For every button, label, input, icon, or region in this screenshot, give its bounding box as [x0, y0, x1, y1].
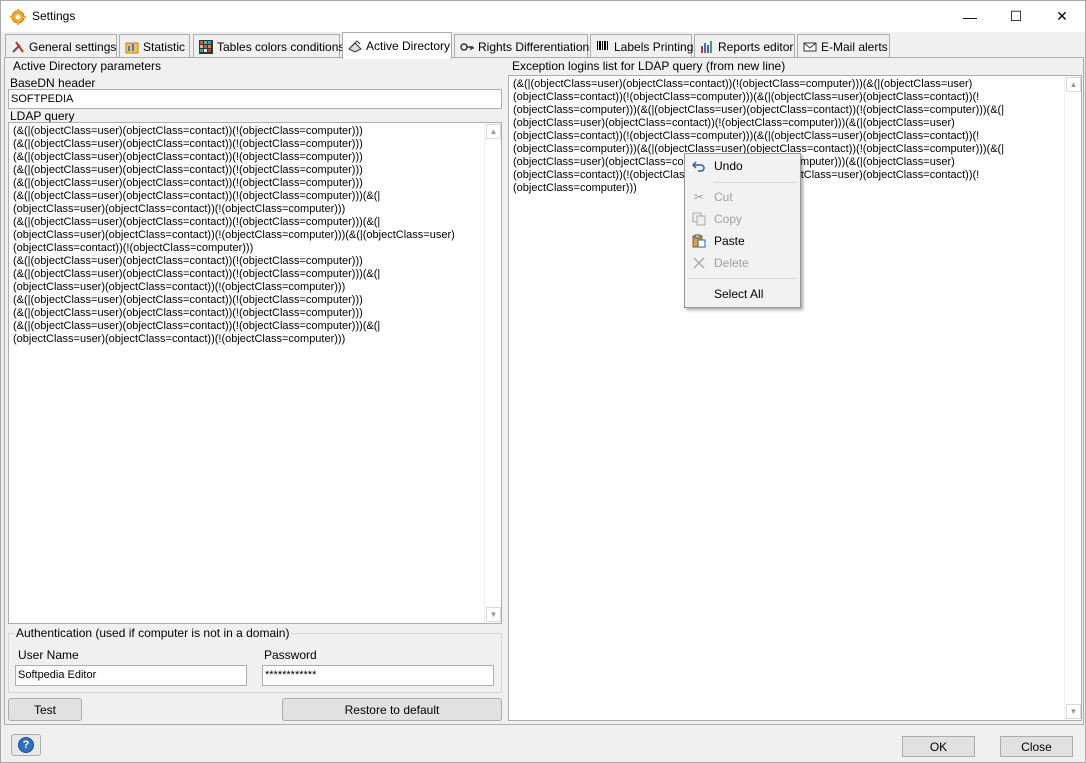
text-line: (&(|(objectClass=user)(objectClass=conta… [13, 151, 363, 163]
text-line: (&(|(objectClass=user)(objectClass=conta… [13, 320, 381, 332]
exceptions-label: Exception logins list for LDAP query (fr… [512, 59, 786, 73]
scissors-icon: ✂ [693, 190, 705, 204]
tab-label: Rights Differentiation [478, 39, 590, 54]
text-line: (&(|(objectClass=user)(objectClass=conta… [13, 307, 363, 319]
tab-label: Tables colors conditions [217, 39, 345, 54]
tab-active-directory[interactable]: Active Directory [342, 32, 452, 59]
restore-default-button[interactable]: Restore to default [282, 698, 502, 721]
settings-gear-icon [10, 9, 26, 25]
ldap-query-textarea[interactable]: (&(|(objectClass=user)(objectClass=conta… [8, 122, 502, 624]
ldap-query-label: LDAP query [10, 109, 75, 123]
settings-window: Settings — ☐ ✕ General settings Statisti… [0, 0, 1086, 763]
menu-item-undo[interactable]: Undo [687, 155, 798, 177]
text-line: (objectClass=contact))(!(objectClass=com… [513, 130, 980, 142]
text-line: (objectClass=user)(objectClass=contact))… [13, 281, 346, 293]
email-icon [803, 42, 817, 51]
basedn-input[interactable]: SOFTPEDIA [8, 89, 502, 109]
text-line: (objectClass=contact))(!(objectClass=com… [513, 91, 980, 103]
password-label: Password [264, 648, 317, 662]
text-line: (&(|(objectClass=user)(objectClass=conta… [13, 255, 363, 267]
text-line: (objectClass=contact))(!(objectClass=com… [13, 242, 254, 254]
text-line: (objectClass=user)(objectClass=contact))… [513, 117, 955, 129]
paste-icon [691, 233, 707, 249]
username-label: User Name [18, 648, 79, 662]
copy-icon [691, 211, 707, 227]
window-title: Settings [32, 9, 76, 23]
ok-button[interactable]: OK [902, 736, 975, 757]
scroll-down-arrow-icon[interactable]: ▼ [486, 607, 501, 622]
close-window-button[interactable]: ✕ [1039, 1, 1085, 32]
tab-labels-printing[interactable]: Labels Printing [590, 34, 694, 58]
text-line: (&(|(objectClass=user)(objectClass=conta… [13, 216, 381, 228]
help-icon: ? [18, 737, 34, 753]
menu-item-label: Delete [714, 256, 749, 270]
tab-label: E-Mail alerts [821, 39, 888, 54]
tab-label: Reports editor [718, 39, 794, 54]
help-button[interactable]: ? [11, 734, 41, 756]
menu-item-select-all[interactable]: Select All [687, 283, 798, 305]
delete-x-icon [691, 255, 707, 271]
context-menu: Undo ✂ Cut Copy Paste Delete Select All [684, 153, 801, 308]
directory-icon [348, 40, 362, 53]
tab-email-alerts[interactable]: E-Mail alerts [797, 34, 890, 58]
ldap-scrollbar[interactable]: ▲ ▼ [484, 123, 501, 623]
menu-separator [713, 182, 797, 183]
text-line: (&(|(objectClass=user)(objectClass=conta… [13, 294, 363, 306]
tab-label: Statistic [143, 39, 186, 54]
tab-rights-differentiation[interactable]: Rights Differentiation [454, 34, 590, 58]
menu-item-cut[interactable]: ✂ Cut [687, 186, 798, 208]
basedn-label: BaseDN header [10, 76, 96, 90]
scroll-down-arrow-icon[interactable]: ▼ [1066, 704, 1081, 719]
menu-item-delete[interactable]: Delete [687, 252, 798, 274]
menu-item-label: Cut [714, 190, 733, 204]
text-line: (&(|(objectClass=user)(objectClass=conta… [13, 138, 363, 150]
ad-parameters-caption: Active Directory parameters [13, 59, 162, 73]
tab-general-settings[interactable]: General settings [5, 34, 117, 58]
title-bar: Settings — ☐ ✕ [1, 1, 1085, 32]
menu-item-label: Select All [714, 287, 764, 301]
menu-separator [688, 278, 797, 279]
text-line: (&(|(objectClass=user)(objectClass=conta… [513, 78, 973, 90]
text-line: (&(|(objectClass=user)(objectClass=conta… [13, 177, 363, 189]
tools-icon [12, 40, 24, 53]
ldap-query-text: (&(|(objectClass=user)(objectClass=conta… [13, 125, 481, 346]
maximize-button[interactable]: ☐ [993, 1, 1039, 32]
key-icon [460, 42, 474, 51]
text-line: (objectClass=user)(objectClass=contact))… [13, 333, 346, 345]
authentication-caption: Authentication (used if computer is not … [14, 626, 292, 640]
close-button[interactable]: Close [1000, 736, 1073, 757]
minimize-button[interactable]: — [947, 1, 993, 32]
menu-item-label: Copy [714, 212, 743, 226]
menu-item-paste[interactable]: Paste [687, 230, 798, 252]
scroll-up-arrow-icon[interactable]: ▲ [1066, 77, 1081, 92]
exceptions-scrollbar[interactable]: ▲ ▼ [1064, 76, 1081, 720]
tab-label: General settings [29, 39, 117, 54]
tab-label: Active Directory [366, 39, 451, 53]
barcode-icon [597, 40, 608, 50]
text-line: (&(|(objectClass=user)(objectClass=conta… [13, 164, 363, 176]
color-grid-icon [199, 39, 213, 54]
text-line: (objectClass=user)(objectClass=contact))… [13, 203, 346, 215]
text-line: (&(|(objectClass=user)(objectClass=conta… [13, 190, 381, 202]
text-line: (&(|(objectClass=user)(objectClass=conta… [13, 268, 381, 280]
statistic-icon [125, 42, 139, 53]
text-line: (&(|(objectClass=user)(objectClass=conta… [13, 125, 363, 137]
tab-strip: General settings Statistic Tables colors… [5, 32, 1085, 59]
menu-item-copy[interactable]: Copy [687, 208, 798, 230]
scroll-up-arrow-icon[interactable]: ▲ [486, 124, 501, 139]
test-button[interactable]: Test [8, 698, 82, 721]
tab-tables-colors-conditions[interactable]: Tables colors conditions [193, 34, 344, 58]
username-input[interactable]: Softpedia Editor [15, 665, 247, 686]
text-line: (objectClass=user)(objectClass=contact))… [13, 229, 455, 241]
menu-item-label: Paste [714, 234, 745, 248]
active-directory-page: Active Directory parameters BaseDN heade… [4, 57, 1084, 725]
menu-item-label: Undo [714, 159, 743, 173]
undo-icon [691, 158, 707, 174]
password-input[interactable]: ************ [262, 665, 494, 686]
tab-reports-editor[interactable]: Reports editor [694, 34, 795, 58]
report-chart-icon [701, 40, 712, 53]
tab-label: Labels Printing [614, 39, 694, 54]
text-line: (objectClass=computer)))(&(|(objectClass… [513, 104, 1005, 116]
tab-statistic[interactable]: Statistic [119, 34, 190, 58]
